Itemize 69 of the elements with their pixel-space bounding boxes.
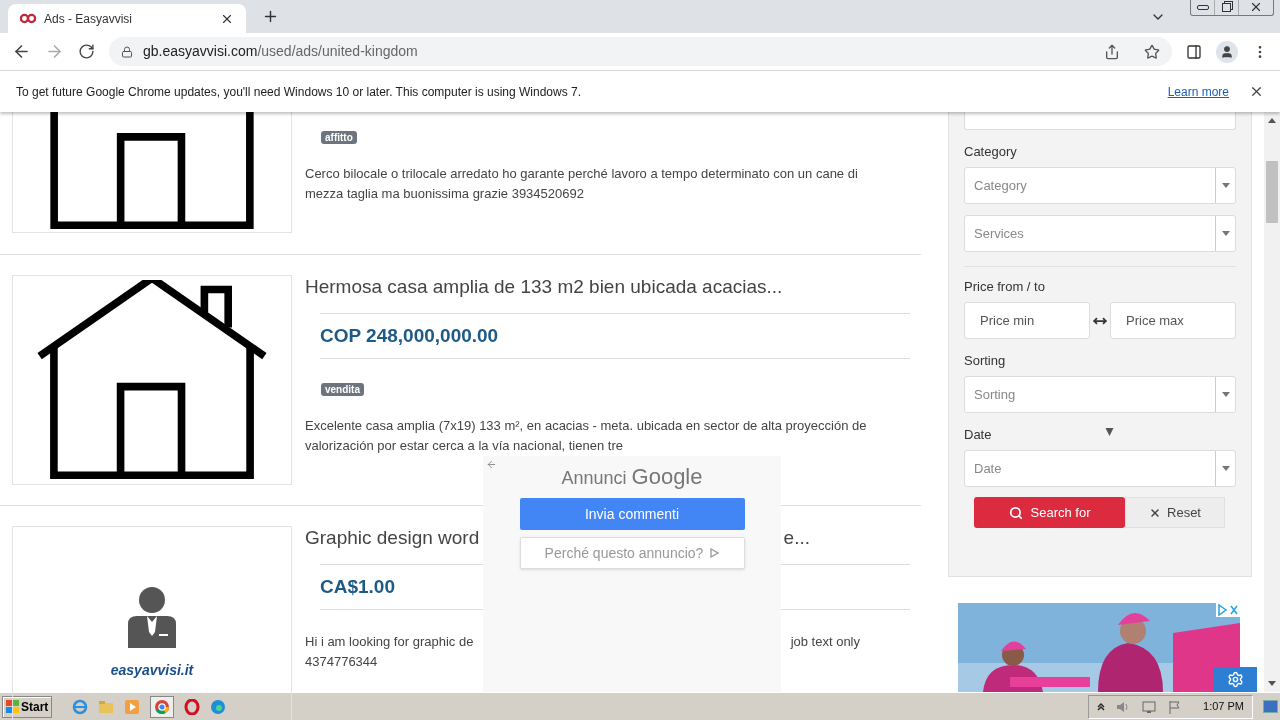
lock-icon xyxy=(121,45,133,58)
description-text: Excelente casa amplia (7x19) 133 m², en acacias - meta. ubicada en sector de alta proyección de xyxy=(305,417,867,435)
listing-price: COP 248,000,000.00 xyxy=(320,323,499,348)
description-text: valorización por estar cerca a la vía nacional, tienen tre xyxy=(305,437,623,455)
start-button[interactable]: Start xyxy=(2,695,53,718)
ad-brand: Google xyxy=(631,463,703,491)
address-bar[interactable]: gb.easyavvisi.com/used/ads/united-kingdom xyxy=(109,37,1172,66)
description-text: Hi i am looking for graphic de xyxy=(305,633,474,651)
feedback-button[interactable]: Invia commenti xyxy=(519,498,745,530)
close-icon xyxy=(1149,506,1161,519)
select-field[interactable] xyxy=(964,112,1236,130)
browser-tab[interactable]: Ads - Easyavvisi xyxy=(8,4,246,33)
close-icon[interactable] xyxy=(1249,84,1264,99)
search-button[interactable]: Search for xyxy=(974,497,1125,528)
clock-time: 1:07 PM xyxy=(1203,699,1244,715)
ad-choices-icon[interactable] xyxy=(1216,603,1240,617)
play-icon xyxy=(709,548,720,558)
price-max-field[interactable]: Price max xyxy=(1110,302,1236,339)
scrollbar-thumb[interactable] xyxy=(1266,161,1278,223)
select-field[interactable]: Date xyxy=(964,450,1236,487)
filter-label: Sorting xyxy=(964,353,1006,369)
scroll-up-icon[interactable] xyxy=(1268,118,1276,123)
caret-icon xyxy=(1221,466,1230,471)
listing-title[interactable]: e... xyxy=(783,526,810,550)
search-icon xyxy=(1008,505,1023,520)
ad-heading: Annunci xyxy=(561,467,627,490)
filter-label: Date xyxy=(964,427,992,443)
share-icon[interactable] xyxy=(1104,43,1120,60)
settings-button[interactable] xyxy=(1213,667,1257,692)
listing-title[interactable]: Hermosa casa amplia de 133 m2 bien ubicada acacias... xyxy=(305,275,783,299)
listing-tag: affitto xyxy=(321,131,357,144)
learn-more-link[interactable]: Learn more xyxy=(1167,82,1229,101)
logo-caption: easyavvisi.it xyxy=(110,661,194,680)
caret-icon xyxy=(1221,231,1230,236)
back-icon[interactable] xyxy=(12,42,31,61)
description-text: Cerco bilocale o trilocale arredato ho garante perché lavoro a tempo determinato con un cane di xyxy=(305,165,858,183)
profile-icon[interactable] xyxy=(1216,40,1238,63)
side-panel-icon[interactable] xyxy=(1186,43,1202,60)
filter-label: Price from / to xyxy=(964,279,1045,295)
info-message: To get future Google Chrome updates, you'll need Windows 10 or later. This computer is using Windows 7. xyxy=(16,83,583,101)
listing-price: CA$1.00 xyxy=(320,574,395,599)
bookmark-icon[interactable] xyxy=(1144,43,1160,60)
description-text: 4374776344 xyxy=(305,653,378,671)
select-field[interactable]: Services xyxy=(964,215,1236,252)
listing-title[interactable]: Graphic design word xyxy=(305,526,480,550)
new-tab-icon[interactable] xyxy=(262,8,279,25)
windows-logo-icon xyxy=(6,700,19,713)
caret-icon xyxy=(1221,392,1230,397)
listing-tag: vendita xyxy=(321,383,364,396)
select-field[interactable]: Category xyxy=(964,167,1236,204)
reload-icon[interactable] xyxy=(78,43,95,60)
filter-label: Category xyxy=(964,144,1017,160)
description-text: mezza taglia ma buonissima grazie 3934520692 xyxy=(305,185,584,203)
description-text: job text only xyxy=(790,633,860,651)
select-field[interactable]: Sorting xyxy=(964,376,1236,413)
url-text: gb.easyavvisi.com/used/ads/united-kingdom xyxy=(143,42,419,61)
gear-icon xyxy=(1226,671,1244,688)
caret-icon xyxy=(1221,183,1230,188)
chrome-icon[interactable] xyxy=(150,695,175,718)
site-icon xyxy=(20,13,36,24)
chevron-up-icon[interactable] xyxy=(1097,702,1106,711)
price-min-field[interactable]: Price min xyxy=(964,302,1090,339)
network-icon[interactable] xyxy=(1141,698,1158,715)
businessman-icon xyxy=(125,586,179,648)
tab-title: Ads - Easyavvisi xyxy=(44,10,134,28)
caret-icon xyxy=(1105,428,1114,436)
opera-icon[interactable] xyxy=(184,698,201,715)
scroll-down-icon[interactable] xyxy=(1268,681,1276,686)
reset-button[interactable]: Reset xyxy=(1125,497,1225,528)
